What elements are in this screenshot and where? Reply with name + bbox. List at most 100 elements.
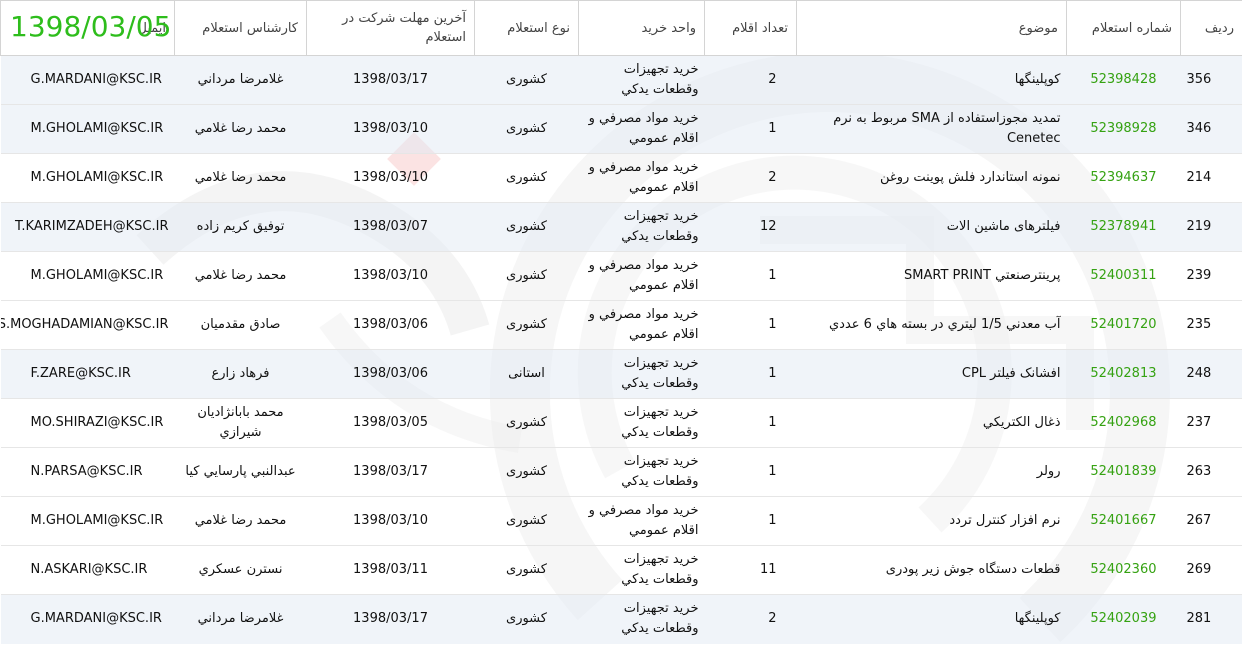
row-subject: کوپلینگها <box>796 55 1067 105</box>
tender-table: ردیف شماره استعلام موضوع تعداد اقلام واح… <box>0 0 1242 644</box>
row-email: M.GHOLAMI@KSC.IR <box>0 104 175 154</box>
table-row[interactable]: 267 52401667 نرم افزار کنترل تردد 1 خرید… <box>0 496 1242 546</box>
table-row[interactable]: 214 52394637 نمونه استاندارد فلش پوینت ر… <box>0 153 1242 203</box>
row-index: 356 <box>1180 55 1242 105</box>
row-expert: محمد رضا غلامي <box>174 251 307 301</box>
row-expert: محمد بابانژادیان شیرازي <box>174 398 307 448</box>
row-subject: نرم افزار کنترل تردد <box>796 496 1067 546</box>
inquiry-number-link[interactable]: 52398928 <box>1066 104 1181 154</box>
table-row[interactable]: 281 52402039 کوپلینگها 2 خرید تجهیزات وق… <box>0 594 1242 644</box>
row-subject: افشانک فیلتر CPL <box>796 349 1067 399</box>
header-deadline[interactable]: آخرین مهلت شرکت در استعلام <box>306 0 475 56</box>
header-inquiry-number[interactable]: شماره استعلام <box>1066 0 1181 56</box>
row-deadline: 1398/03/06 <box>306 300 475 350</box>
header-subject[interactable]: موضوع <box>796 0 1067 56</box>
row-inquiry-type: کشوری <box>474 153 579 203</box>
row-item-count: 1 <box>704 447 797 497</box>
row-email: M.GHOLAMI@KSC.IR <box>0 153 175 203</box>
row-expert: غلامرضا مرداني <box>174 55 307 105</box>
inquiry-number-link[interactable]: 52378941 <box>1066 202 1181 252</box>
overlay-date: 1398/03/05 <box>10 10 172 43</box>
row-purchase-unit: خرید مواد مصرفي و اقلام عمومي <box>578 496 705 546</box>
row-email: T.KARIMZADEH@KSC.IR <box>0 202 175 252</box>
row-purchase-unit: خرید مواد مصرفي و اقلام عمومي <box>578 153 705 203</box>
row-index: 237 <box>1180 398 1242 448</box>
inquiry-number-link[interactable]: 52401720 <box>1066 300 1181 350</box>
row-expert: صادق مقدميان <box>174 300 307 350</box>
row-deadline: 1398/03/10 <box>306 104 475 154</box>
inquiry-number-link[interactable]: 52398428 <box>1066 55 1181 105</box>
row-item-count: 1 <box>704 300 797 350</box>
row-purchase-unit: خرید تجهیزات وقطعات یدکي <box>578 202 705 252</box>
header-inquiry-type[interactable]: نوع استعلام <box>474 0 579 56</box>
row-expert: نسترن عسکري <box>174 545 307 595</box>
row-index: 214 <box>1180 153 1242 203</box>
row-index: 281 <box>1180 594 1242 644</box>
table-row[interactable]: 239 52400311 پرينترصنعتي SMART PRINT 1 خ… <box>0 251 1242 301</box>
row-inquiry-type: کشوری <box>474 104 579 154</box>
table-row[interactable]: 237 52402968 ذغال الکتریکي 1 خرید تجهیزا… <box>0 398 1242 448</box>
header-radif[interactable]: ردیف <box>1180 0 1242 56</box>
row-email: G.MARDANI@KSC.IR <box>0 55 175 105</box>
table-row[interactable]: 263 52401839 رولر 1 خرید تجهیزات وقطعات … <box>0 447 1242 497</box>
row-expert: محمد رضا غلامي <box>174 104 307 154</box>
row-index: 219 <box>1180 202 1242 252</box>
row-item-count: 12 <box>704 202 797 252</box>
row-purchase-unit: خرید مواد مصرفي و اقلام عمومي <box>578 251 705 301</box>
row-purchase-unit: خرید مواد مصرفي و اقلام عمومي <box>578 104 705 154</box>
row-index: 267 <box>1180 496 1242 546</box>
inquiry-number-link[interactable]: 52401667 <box>1066 496 1181 546</box>
row-index: 248 <box>1180 349 1242 399</box>
row-deadline: 1398/03/11 <box>306 545 475 595</box>
inquiry-number-link[interactable]: 52402968 <box>1066 398 1181 448</box>
header-expert[interactable]: کارشناس استعلام <box>174 0 307 56</box>
row-email: F.ZARE@KSC.IR <box>0 349 175 399</box>
inquiry-number-link[interactable]: 52402039 <box>1066 594 1181 644</box>
row-deadline: 1398/03/17 <box>306 447 475 497</box>
row-expert: محمد رضا غلامي <box>174 153 307 203</box>
table-row[interactable]: 248 52402813 افشانک فیلتر CPL 1 خرید تجه… <box>0 349 1242 399</box>
header-purchase-unit[interactable]: واحد خرید <box>578 0 705 56</box>
table-row[interactable]: 356 52398428 کوپلینگها 2 خرید تجهیزات وق… <box>0 55 1242 105</box>
row-purchase-unit: خرید تجهیزات وقطعات یدکي <box>578 55 705 105</box>
row-inquiry-type: کشوری <box>474 398 579 448</box>
row-email: G.MARDANI@KSC.IR <box>0 594 175 644</box>
row-item-count: 2 <box>704 153 797 203</box>
table-header-row: ردیف شماره استعلام موضوع تعداد اقلام واح… <box>0 0 1242 56</box>
row-inquiry-type: کشوری <box>474 251 579 301</box>
row-subject: رولر <box>796 447 1067 497</box>
header-item-count[interactable]: تعداد اقلام <box>704 0 797 56</box>
table-row[interactable]: 235 52401720 آب معدني 1/5 ليتري در بسته … <box>0 300 1242 350</box>
row-subject: پرينترصنعتي SMART PRINT <box>796 251 1067 301</box>
row-subject: ذغال الکتریکي <box>796 398 1067 448</box>
row-item-count: 2 <box>704 55 797 105</box>
row-inquiry-type: کشوری <box>474 496 579 546</box>
row-index: 263 <box>1180 447 1242 497</box>
row-email: N.ASKARI@KSC.IR <box>0 545 175 595</box>
row-inquiry-type: کشوری <box>474 202 579 252</box>
row-index: 239 <box>1180 251 1242 301</box>
row-deadline: 1398/03/10 <box>306 153 475 203</box>
row-subject: فیلترهای ماشین الات <box>796 202 1067 252</box>
row-expert: محمد رضا غلامي <box>174 496 307 546</box>
inquiry-number-link[interactable]: 52402813 <box>1066 349 1181 399</box>
table-row[interactable]: 269 52402360 قطعات دستگاه جوش زیر پودری … <box>0 545 1242 595</box>
row-inquiry-type: کشوری <box>474 300 579 350</box>
row-subject: قطعات دستگاه جوش زیر پودری <box>796 545 1067 595</box>
inquiry-number-link[interactable]: 52402360 <box>1066 545 1181 595</box>
row-deadline: 1398/03/10 <box>306 251 475 301</box>
inquiry-number-link[interactable]: 52401839 <box>1066 447 1181 497</box>
row-index: 235 <box>1180 300 1242 350</box>
inquiry-number-link[interactable]: 52394637 <box>1066 153 1181 203</box>
table-row[interactable]: 219 52378941 فیلترهای ماشین الات 12 خرید… <box>0 202 1242 252</box>
row-item-count: 11 <box>704 545 797 595</box>
row-expert: غلامرضا مرداني <box>174 594 307 644</box>
row-purchase-unit: خرید تجهیزات وقطعات یدکي <box>578 545 705 595</box>
row-expert: توفیق کریم زاده <box>174 202 307 252</box>
row-deadline: 1398/03/05 <box>306 398 475 448</box>
row-item-count: 1 <box>704 496 797 546</box>
row-inquiry-type: استانی <box>474 349 579 399</box>
inquiry-number-link[interactable]: 52400311 <box>1066 251 1181 301</box>
table-row[interactable]: 346 52398928 تمدید مجوزاستفاده از SMA مر… <box>0 104 1242 154</box>
row-purchase-unit: خرید تجهیزات وقطعات یدکي <box>578 349 705 399</box>
